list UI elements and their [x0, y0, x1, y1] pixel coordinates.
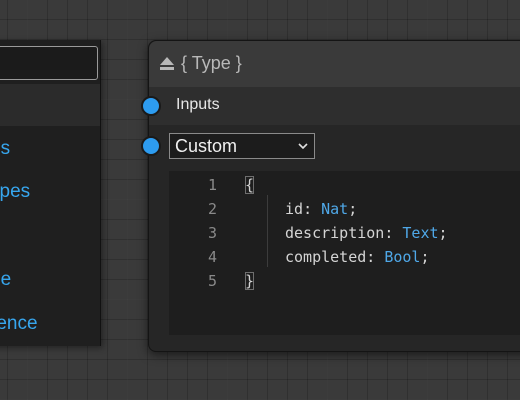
- code-line: 1 {: [169, 173, 520, 197]
- close-brace: }: [245, 272, 255, 290]
- type-select-value: Custom: [175, 136, 238, 156]
- node-title: { Type }: [181, 53, 242, 73]
- open-brace: {: [245, 176, 255, 194]
- line-number: 3: [207, 224, 217, 242]
- left-item-4[interactable]: rence: [0, 313, 38, 335]
- field-type: Bool: [384, 248, 421, 266]
- field-type: Nat: [321, 200, 349, 218]
- code-text: }: [245, 269, 255, 293]
- left-panel-header-band: [0, 84, 100, 126]
- line-number: 5: [207, 272, 217, 290]
- line-number: 1: [207, 176, 217, 194]
- left-sidebar-panel: es ypes pe rence: [0, 40, 101, 346]
- field-name: description: [285, 224, 385, 242]
- chevron-down-icon: [298, 143, 308, 150]
- type-select[interactable]: Custom: [169, 133, 315, 159]
- code-editor[interactable]: 1 { 2 id: Nat; 3 description: Text; 4 co…: [169, 171, 520, 335]
- field-name: id: [285, 200, 304, 218]
- code-text: completed: Bool;: [285, 248, 430, 266]
- code-line: 2 id: Nat;: [169, 197, 520, 221]
- code-line: 5 }: [169, 269, 520, 293]
- node-title-bar[interactable]: { Type }: [149, 41, 520, 88]
- field-name: completed: [285, 248, 367, 266]
- inputs-label: Inputs: [176, 96, 220, 113]
- code-line: 3 description: Text;: [169, 221, 520, 245]
- line-number: 4: [207, 248, 217, 266]
- eject-icon: [160, 57, 174, 70]
- code-text: id: Nat;: [285, 200, 358, 218]
- select-port[interactable]: [141, 136, 161, 156]
- left-search-input[interactable]: [0, 46, 98, 80]
- left-item-1[interactable]: es: [0, 138, 10, 160]
- code-text: description: Text;: [285, 224, 448, 242]
- type-node[interactable]: { Type } Inputs Custom 1 { 2 id: Nat; 3 …: [141, 40, 520, 352]
- line-number: 2: [207, 200, 217, 218]
- code-text: {: [245, 173, 255, 197]
- inputs-port[interactable]: [141, 96, 161, 116]
- left-item-2[interactable]: ypes: [0, 181, 30, 203]
- code-line: 4 completed: Bool;: [169, 245, 520, 269]
- field-type: Text: [402, 224, 439, 242]
- left-item-3[interactable]: pe: [0, 269, 11, 291]
